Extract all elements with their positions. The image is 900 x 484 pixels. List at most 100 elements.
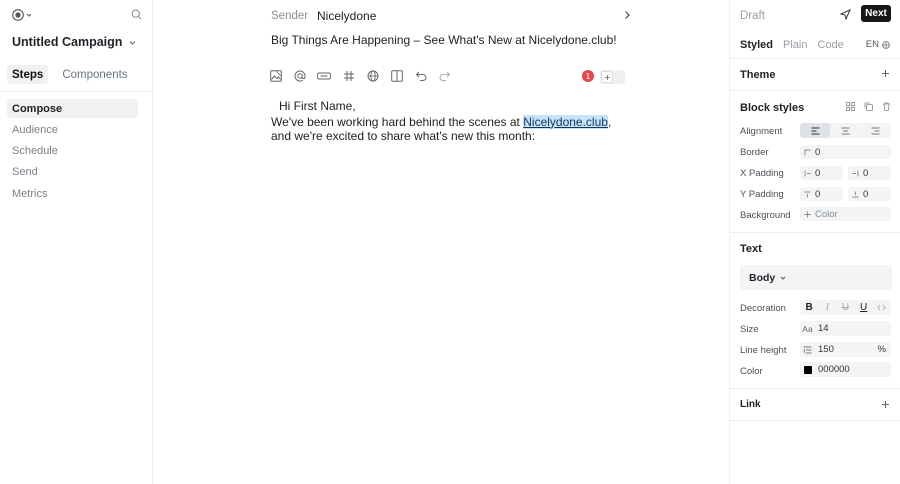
border-input[interactable]: 0 <box>800 145 891 159</box>
background-color-input[interactable]: Color <box>800 207 891 221</box>
redo-icon[interactable] <box>439 70 451 82</box>
padding-bottom-input[interactable]: 0 <box>848 187 891 201</box>
underline-button[interactable]: U <box>858 302 870 313</box>
step-schedule[interactable]: Schedule <box>7 142 138 161</box>
align-left-button[interactable] <box>800 123 831 138</box>
padding-left-icon <box>800 170 815 177</box>
render-mode-tabs: Styled Plain Code <box>740 39 844 51</box>
email-body[interactable]: Hi First Name, We've been working hard b… <box>271 99 621 144</box>
toggle-knob <box>601 71 613 83</box>
tab-styled[interactable]: Styled <box>740 39 773 51</box>
line-height-unit: % <box>877 344 886 355</box>
body-text-pre: We've been working hard behind the scene… <box>271 114 524 129</box>
mention-icon[interactable] <box>294 70 306 82</box>
align-center-button[interactable] <box>830 123 860 138</box>
color-swatch[interactable] <box>803 365 812 374</box>
search-icon[interactable] <box>131 9 142 20</box>
line-height-icon <box>800 346 815 354</box>
button-block-icon[interactable] <box>317 70 331 82</box>
plus-icon <box>800 211 815 218</box>
code-icon[interactable] <box>876 304 888 311</box>
font-size-input[interactable]: Aa 14 <box>800 321 891 336</box>
workspace-switcher[interactable] <box>12 9 32 21</box>
sender-value[interactable]: Nicelydone <box>317 9 376 23</box>
variable-icon <box>604 74 611 81</box>
campaign-name-dropdown[interactable]: Untitled Campaign <box>12 35 136 49</box>
color-label: Color <box>740 366 763 377</box>
step-compose[interactable]: Compose <box>7 99 138 118</box>
editor-toolbar: 1 <box>270 70 626 84</box>
panel-divider <box>730 388 900 389</box>
italic-button[interactable]: I <box>821 302 833 313</box>
padding-bottom-icon <box>848 191 863 198</box>
sidebar-tabs: Steps Components <box>7 65 133 84</box>
globe-icon[interactable] <box>367 70 379 82</box>
step-audience[interactable]: Audience <box>7 120 138 139</box>
divider-block-icon[interactable] <box>343 70 355 82</box>
tab-steps[interactable]: Steps <box>7 65 49 84</box>
padding-left-input[interactable]: 0 <box>800 166 843 180</box>
decoration-label: Decoration <box>740 303 786 314</box>
step-metrics[interactable]: Metrics <box>7 184 138 203</box>
color-swatch-wrap <box>800 365 815 374</box>
panel-divider <box>730 232 900 233</box>
email-editor: Sender Nicelydone Big Things Are Happeni… <box>153 0 729 484</box>
add-link-icon[interactable] <box>881 400 890 409</box>
body-paragraph[interactable]: We've been working hard behind the scene… <box>271 114 621 144</box>
text-color-input[interactable]: 000000 <box>800 362 891 377</box>
size-label: Size <box>740 324 759 335</box>
columns-icon[interactable] <box>391 70 403 82</box>
selected-link-text[interactable]: Nicelydone.club <box>523 114 608 129</box>
decoration-control: B I U U <box>800 300 891 315</box>
campaign-name: Untitled Campaign <box>12 35 123 49</box>
greeting-line[interactable]: Hi First Name, <box>271 99 621 114</box>
language-selector[interactable]: EN <box>866 39 890 50</box>
bold-button[interactable]: B <box>803 302 815 313</box>
tab-components[interactable]: Components <box>57 65 132 84</box>
copy-icon[interactable] <box>864 102 873 111</box>
undo-icon[interactable] <box>415 70 427 82</box>
chevron-down-icon <box>780 275 786 281</box>
link-heading: Link <box>740 399 761 410</box>
trash-icon[interactable] <box>882 102 891 111</box>
font-size-icon: Aa <box>802 323 813 334</box>
text-color-value: 000000 <box>818 364 850 375</box>
subject-line[interactable]: Big Things Are Happening – See What's Ne… <box>271 33 617 47</box>
line-height-label: Line height <box>740 345 787 356</box>
text-heading: Text <box>740 243 762 255</box>
padding-right-icon <box>848 170 863 177</box>
globe-icon <box>882 40 890 49</box>
step-send[interactable]: Send <box>7 163 138 182</box>
variable-count-badge[interactable]: 1 <box>582 70 594 82</box>
padding-top-icon <box>800 191 815 198</box>
line-height-input[interactable]: 150 % <box>800 342 891 357</box>
send-test-icon[interactable] <box>840 9 851 20</box>
workspace-logo-icon <box>12 9 24 21</box>
block-styles-heading: Block styles <box>740 102 805 114</box>
panel-divider <box>730 420 900 421</box>
padding-right-input[interactable]: 0 <box>848 166 891 180</box>
next-button[interactable]: Next <box>861 5 891 22</box>
variables-toggle[interactable] <box>600 70 625 84</box>
steps-list: Compose Audience Schedule Send Metrics <box>7 99 138 205</box>
sender-row[interactable]: Sender Nicelydone <box>271 9 631 23</box>
alignment-label: Alignment <box>740 126 783 137</box>
x-padding-label: X Padding <box>740 168 784 179</box>
border-corner-icon <box>800 149 815 156</box>
strikethrough-button[interactable]: U <box>839 302 851 313</box>
add-theme-icon[interactable] <box>881 69 890 78</box>
language-value: EN <box>865 39 879 50</box>
font-size-value: 14 <box>818 323 829 334</box>
padding-top-input[interactable]: 0 <box>800 187 843 201</box>
alignment-control <box>800 123 891 138</box>
padding-top-value: 0 <box>815 188 821 200</box>
align-right-button[interactable] <box>861 123 891 138</box>
grid-icon[interactable] <box>846 102 855 111</box>
chevron-right-icon[interactable] <box>623 10 631 20</box>
tab-plain[interactable]: Plain <box>783 39 807 51</box>
theme-heading: Theme <box>740 69 776 81</box>
panel-divider <box>730 90 900 91</box>
tab-code[interactable]: Code <box>817 39 843 51</box>
image-icon[interactable] <box>270 70 282 82</box>
text-style-select[interactable]: Body <box>740 265 892 290</box>
